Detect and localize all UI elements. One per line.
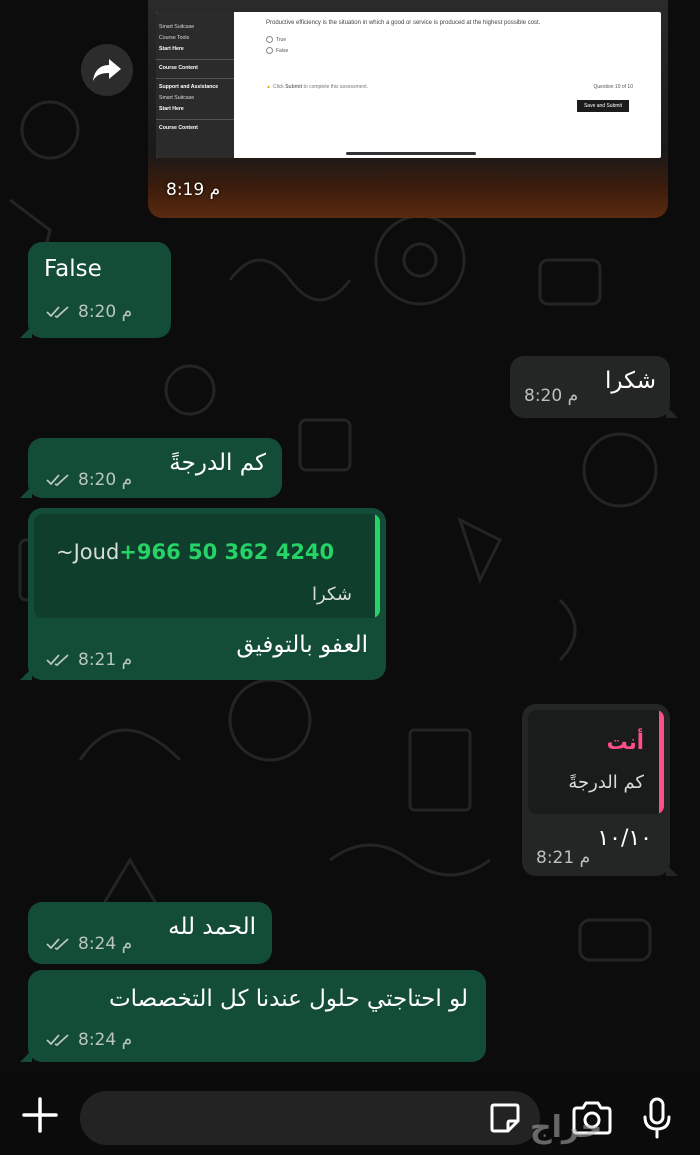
message-meta: 8:24 م [46, 934, 132, 954]
nav-item: Course Content [159, 65, 198, 71]
warning-icon: ▲ [266, 84, 271, 90]
outgoing-message[interactable]: الحمد لله 8:24 م [28, 902, 272, 964]
mic-icon[interactable] [640, 1097, 674, 1139]
quote-text: شكرا [312, 584, 352, 605]
incoming-reply-message[interactable]: أنت كم الدرجةً ١٠/١٠ 8:21 م [522, 704, 678, 876]
message-time: 8:20 م [78, 302, 133, 322]
hint-prefix: Click [272, 84, 286, 90]
message-time: 8:24 م [78, 934, 133, 954]
double-check-icon [46, 474, 69, 487]
quote-author: أنت [606, 730, 644, 754]
message-time: 8:24 م [78, 1030, 133, 1050]
nav-item: Smart Suitcase [159, 95, 195, 101]
quoted-message[interactable]: ~Joud+966 50 362 4240 شكرا [34, 514, 380, 618]
course-side-nav: Smart Suitcase Course Tools Start Here C… [156, 12, 234, 158]
question-text: Productive efficiency is the situation i… [266, 20, 541, 26]
nav-item: Start Here [159, 106, 184, 112]
outgoing-message[interactable]: كم الدرجةً 8:20 م [20, 438, 282, 498]
nav-divider [156, 59, 234, 60]
nav-item: Smart Suitcase [159, 24, 195, 30]
nav-item: Course Tools [159, 35, 190, 41]
outgoing-message[interactable]: لو احتاجتي حلول عندنا كل التخصصات 8:24 م [20, 970, 486, 1062]
nav-divider [156, 78, 234, 79]
home-indicator [346, 152, 476, 155]
quote-author-name: ~Joud [56, 540, 120, 564]
hint-suffix: to complete this assessment. [302, 84, 369, 90]
option-false: False [266, 47, 288, 54]
quote-bar [375, 514, 380, 618]
question-count: Question 10 of 10 [593, 84, 633, 90]
watermark-logo: حراج [530, 1110, 604, 1145]
quote-author: ~Joud+966 50 362 4240 [56, 540, 334, 564]
nav-item: Course Content [159, 125, 198, 131]
message-meta: 8:20 م [46, 302, 132, 322]
nav-item: Support and Assistance [159, 84, 219, 90]
message-text: كم الدرجةً [169, 450, 266, 476]
message-time: 8:20 م [78, 470, 133, 490]
message-input[interactable] [80, 1091, 540, 1145]
laptop-photo: Smart Suitcase Course Tools Start Here C… [148, 0, 668, 218]
incoming-message[interactable]: شكرا 8:20 م [510, 356, 678, 418]
nav-divider [156, 119, 234, 120]
assessment-content: Productive efficiency is the situation i… [236, 12, 661, 158]
image-message[interactable]: Smart Suitcase Course Tools Start Here C… [148, 0, 668, 218]
sticker-icon[interactable] [488, 1101, 522, 1135]
plus-icon[interactable] [20, 1095, 60, 1135]
quoted-message[interactable]: أنت كم الدرجةً [528, 710, 664, 814]
double-check-icon [46, 938, 69, 951]
nav-item: Start Here [159, 46, 184, 52]
quote-author-phone: +966 50 362 4240 [119, 540, 335, 564]
double-check-icon [46, 654, 69, 667]
message-text: False [44, 256, 102, 282]
message-text: ١٠/١٠ [597, 826, 652, 851]
double-check-icon [46, 1034, 69, 1047]
double-check-icon [46, 306, 69, 319]
message-text: شكرا [604, 368, 656, 394]
forward-button[interactable] [81, 44, 133, 96]
forward-icon [93, 59, 121, 81]
message-time: 8:19 م [166, 180, 221, 200]
message-text: لو احتاجتي حلول عندنا كل التخصصات [108, 986, 468, 1012]
message-time: 8:21 م [78, 650, 133, 670]
submit-hint: ▲ Click Submit to complete this assessmen… [266, 84, 368, 90]
message-time: 8:21 م [536, 848, 591, 868]
outgoing-reply-message[interactable]: ~Joud+966 50 362 4240 شكرا العفو بالتوفي… [20, 508, 386, 680]
message-time: 8:20 م [524, 386, 579, 406]
laptop-screen: Smart Suitcase Course Tools Start Here C… [156, 12, 661, 158]
option-true: True [266, 36, 286, 43]
message-text: العفو بالتوفيق [236, 632, 368, 658]
hint-bold: Submit [285, 84, 303, 90]
save-and-submit-button: Save and Submit [577, 100, 629, 112]
message-text: الحمد لله [168, 914, 256, 940]
quote-text: كم الدرجةً [568, 772, 644, 793]
quote-bar [659, 710, 664, 814]
message-meta: 8:21 م [46, 650, 132, 670]
message-meta: 8:24 م [46, 1030, 132, 1050]
outgoing-message[interactable]: False 8:20 م [20, 242, 171, 338]
message-meta: 8:20 م [46, 470, 132, 490]
